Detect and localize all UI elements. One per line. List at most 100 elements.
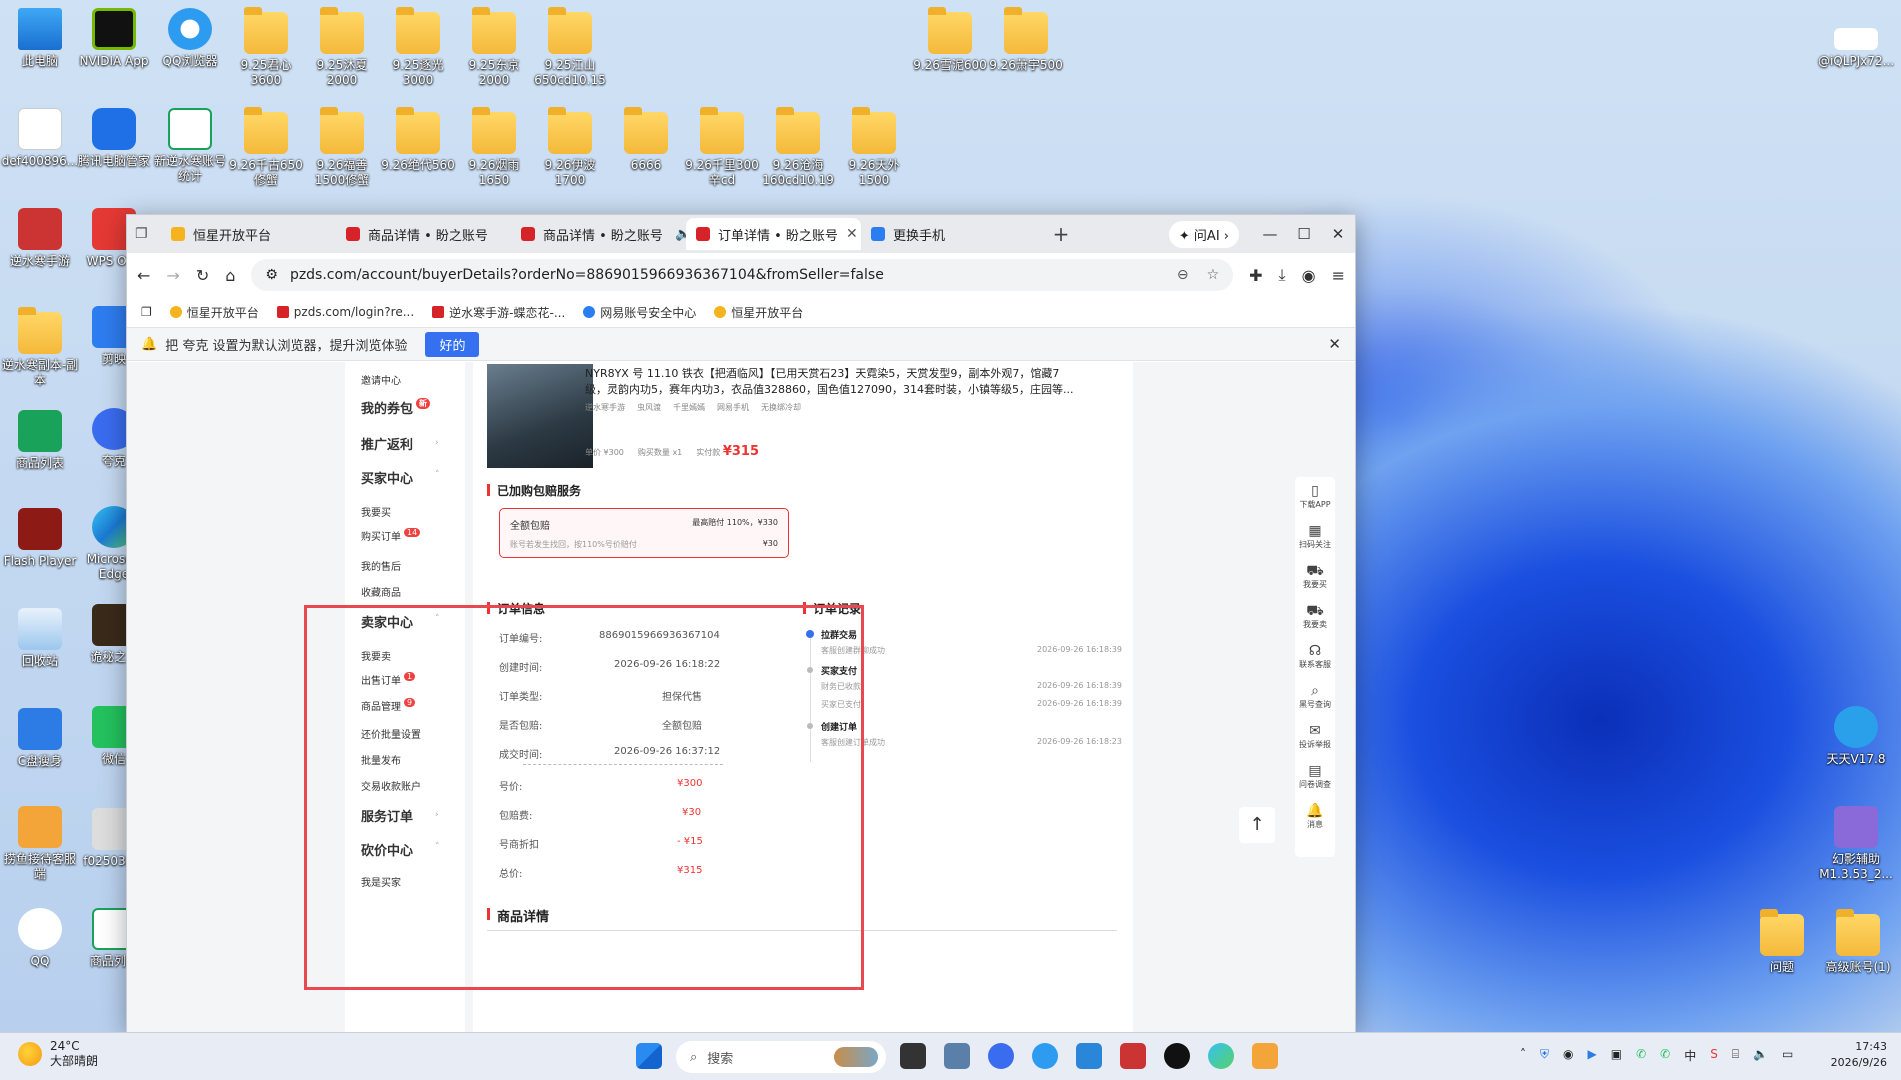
desktop-icon-recycle-bin[interactable]: 回收站 [0, 608, 80, 669]
minimize-icon[interactable]: — [1253, 225, 1287, 243]
desktop-icon-service[interactable]: 捞鱼接待客服端 [0, 806, 80, 882]
sidebar-item-favorites[interactable]: 收藏商品 [361, 584, 401, 599]
toolbar-scan-follow[interactable]: ▦ 扫码关注 [1295, 517, 1335, 557]
desktop-folder[interactable]: 9.26烟雨1650 [454, 107, 534, 188]
tab-product-1[interactable]: 商品详情 • 盼之账号 [336, 218, 511, 250]
wps-tray-icon[interactable]: S [1710, 1047, 1718, 1064]
desktop-icon-phantom[interactable]: 幻影辅助M1.3.53_2... [1812, 806, 1900, 882]
tab-list-icon[interactable]: ❐ [135, 226, 161, 242]
tray-app-icon[interactable]: ▣ [1611, 1047, 1622, 1064]
desktop-icon-qq[interactable]: QQ [0, 908, 80, 969]
desktop-folder[interactable]: 9.25江山650cd10.15 [530, 7, 610, 88]
game-taskbar-icon[interactable] [1120, 1043, 1146, 1069]
notice-ok-button[interactable]: 好的 [425, 331, 480, 357]
weather-widget[interactable]: 24°C 大部晴朗 [18, 1039, 98, 1069]
battery-icon[interactable]: ▭ [1782, 1047, 1793, 1064]
maximize-icon[interactable]: ☐ [1287, 225, 1321, 243]
toolbar-blacklist[interactable]: ⌕ 黑号查询 [1295, 677, 1335, 717]
mascot-taskbar-icon[interactable] [1252, 1043, 1278, 1069]
desktop-folder[interactable]: 9.26天外1500 [834, 107, 914, 188]
toolbar-messages[interactable]: 🔔 消息 [1295, 797, 1335, 837]
star-icon[interactable]: ☆ [1207, 267, 1220, 283]
close-icon[interactable]: ✕ [1328, 335, 1341, 353]
desktop-folder[interactable]: 9.25逐光3000 [378, 7, 458, 88]
desktop-folder[interactable]: 逆水寒副本-副本 [0, 307, 80, 388]
menu-icon[interactable]: ≡ [1332, 266, 1345, 285]
volume-icon[interactable]: 🔈 [1753, 1047, 1768, 1064]
ime-indicator[interactable]: 中 [1684, 1047, 1696, 1064]
sidebar-item-invite[interactable]: 邀请中心 [361, 372, 401, 387]
desktop-icon-file3[interactable]: @iQLPJx72... [1812, 28, 1900, 69]
notepad-icon[interactable] [1076, 1043, 1102, 1069]
qq-browser-taskbar-icon[interactable] [1032, 1043, 1058, 1069]
tab-change-phone[interactable]: 更换手机 [861, 218, 1036, 250]
toolbar-download-app[interactable]: ▯ 下载APP [1295, 477, 1335, 517]
sidebar-item-buyer-center[interactable]: 买家中心 [361, 468, 413, 487]
desktop-icon-tiantian[interactable]: 天天V17.8 [1812, 706, 1900, 767]
desktop-folder[interactable]: 高级账号(1) [1818, 909, 1898, 975]
extensions-icon[interactable]: ✚ [1249, 266, 1262, 285]
toolbar-report[interactable]: ✉ 投诉举报 [1295, 717, 1335, 757]
desktop-folder[interactable]: 9.26雪泥600 [910, 7, 990, 73]
desktop-folder[interactable]: 9.25东京2000 [454, 7, 534, 88]
desktop-folder[interactable]: 9.26福善1500修蟹 [302, 107, 382, 188]
desktop-icon-spreadsheet[interactable]: 新逆水寒账号统计 [150, 108, 230, 184]
desktop-icon-game[interactable]: 逆水寒手游 [0, 208, 80, 269]
sidebar-item-buy[interactable]: 我要买 [361, 504, 391, 519]
desktop-icon-spreadsheet[interactable]: 商品列表 [0, 410, 80, 471]
desktop-folder[interactable]: 问题 [1742, 909, 1822, 975]
network-icon[interactable]: ⌸ [1732, 1047, 1739, 1064]
desktop-folder[interactable]: 9.26千古650修蟹 [226, 107, 306, 188]
new-tab-button[interactable]: + [1046, 222, 1076, 246]
tab-product-2[interactable]: 商品详情 • 盼之账号 🔈 [511, 218, 686, 250]
wechat-tray-icon[interactable]: ✆ [1636, 1047, 1646, 1064]
back-icon[interactable]: ← [137, 266, 150, 285]
desktop-icon-this-pc[interactable]: 此电脑 [0, 8, 80, 69]
close-window-icon[interactable]: ✕ [1321, 225, 1355, 243]
desktop-folder[interactable]: 9.26绝代560 [378, 107, 458, 173]
shield-icon[interactable]: ⛨ [1540, 1047, 1549, 1064]
desktop-icon-cleaner[interactable]: C盘瘦身 [0, 708, 80, 769]
back-to-top-button[interactable]: ↑ [1239, 807, 1275, 843]
sidebar-item-coupons[interactable]: 我的券包新 [361, 398, 431, 417]
bookmark-item[interactable]: 恒星开放平台 [714, 304, 803, 321]
home-icon[interactable]: ⌂ [225, 266, 235, 285]
calculator-icon[interactable] [944, 1043, 970, 1069]
bookmark-item[interactable]: pzds.com/login?re... [276, 305, 414, 319]
desktop-icon-pc-manager[interactable]: 腾讯电脑管家 [74, 108, 154, 169]
address-bar[interactable]: ⚙ pzds.com/account/buyerDetails?orderNo=… [251, 259, 1234, 291]
zoom-icon[interactable]: ⊖ [1177, 267, 1189, 283]
tab-order-detail[interactable]: 订单详情 • 盼之账号 ✕ [686, 218, 861, 250]
product-thumbnail[interactable] [487, 364, 593, 468]
sidebar-item-purchase-orders[interactable]: 购买订单 14 [361, 528, 421, 543]
desktop-icon-qq-browser[interactable]: QQ浏览器 [150, 8, 230, 69]
quark-taskbar-icon[interactable] [988, 1043, 1014, 1069]
clock[interactable]: 17:43 2026/9/26 [1831, 1039, 1887, 1071]
taskbar-search[interactable]: ⌕ 搜索 [676, 1041, 886, 1073]
sidebar-item-after-sales[interactable]: 我的售后 [361, 558, 401, 573]
chevron-up-icon[interactable]: ˄ [1520, 1047, 1526, 1064]
close-tab-icon[interactable]: ✕ [846, 226, 858, 242]
sidebar-item-referral[interactable]: 推广返利 [361, 434, 413, 453]
desktop-icon-nvidia[interactable]: NVIDIA App [74, 8, 154, 69]
profile-icon[interactable]: ◉ [1302, 266, 1316, 285]
reload-icon[interactable]: ↻ [196, 266, 209, 285]
ask-ai-button[interactable]: ✦ 问AI › [1168, 220, 1239, 248]
desktop-folder[interactable]: 6666 [606, 107, 686, 173]
forward-icon[interactable]: → [166, 266, 179, 285]
toolbar-survey[interactable]: ▤ 问卷调查 [1295, 757, 1335, 797]
desktop-folder[interactable]: 9.26千里300辛cd [682, 107, 762, 188]
desktop-icon-file[interactable]: def400896... [0, 108, 80, 169]
bookmark-item[interactable]: 恒星开放平台 [169, 304, 259, 321]
qq-taskbar-icon[interactable] [1164, 1043, 1190, 1069]
wechat-tray-icon[interactable]: ✆ [1660, 1047, 1670, 1064]
bookmark-manager-icon[interactable]: ❐ [141, 305, 152, 319]
desktop-folder[interactable]: 9.26沧海160cd10.19 [758, 107, 838, 188]
speaker-icon[interactable]: 🔈 [675, 227, 686, 242]
desktop-folder[interactable]: 9.26萧宇500 [986, 7, 1066, 73]
download-icon[interactable]: ⤓ [1279, 265, 1286, 285]
desktop-folder[interactable]: 9.25沐夏2000 [302, 7, 382, 88]
desktop-icon-flash[interactable]: Flash Player [0, 508, 80, 569]
site-info-icon[interactable]: ⚙ [265, 267, 278, 283]
bookmark-item[interactable]: 网易账号安全中心 [583, 304, 696, 321]
